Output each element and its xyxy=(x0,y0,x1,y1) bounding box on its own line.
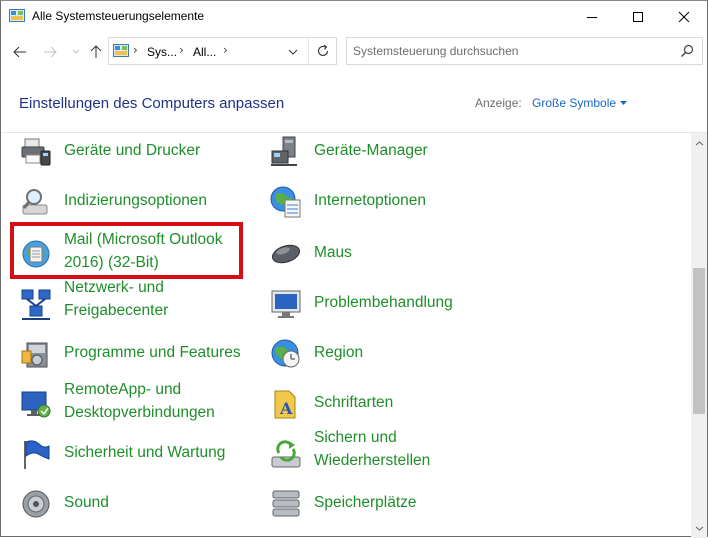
item-label[interactable]: Region xyxy=(314,342,363,365)
window-title: Alle Systemsteuerungselemente xyxy=(32,9,205,23)
item-backup-restore[interactable]: Sichern und Wiederherstellen xyxy=(269,429,469,477)
device-manager-icon xyxy=(271,136,297,166)
vertical-scrollbar[interactable] xyxy=(691,133,707,538)
region-icon xyxy=(271,339,300,368)
page-title: Einstellungen des Computers anpassen xyxy=(19,95,285,112)
navigation-bar: › Sys... › All... › xyxy=(1,32,707,72)
forward-button[interactable] xyxy=(39,41,61,63)
view-dropdown-value[interactable]: Große Symbole xyxy=(532,96,616,110)
chevron-down-icon xyxy=(288,49,298,55)
indexing-icon xyxy=(22,189,48,215)
address-bar[interactable]: › Sys... › All... › xyxy=(108,37,337,65)
breadcrumb-system[interactable]: Sys... xyxy=(147,45,177,59)
flag-icon xyxy=(24,440,50,469)
maximize-icon xyxy=(633,11,643,22)
breadcrumb-all-items[interactable]: All... xyxy=(193,45,216,59)
breadcrumb-separator[interactable]: › xyxy=(223,43,228,57)
item-sound[interactable]: Sound xyxy=(19,487,239,533)
items-panel: Geräte und Drucker Indizierungsoptionen … xyxy=(1,133,691,538)
arrow-right-icon xyxy=(44,46,57,58)
item-label[interactable]: Indizierungsoptionen xyxy=(64,190,207,213)
maximize-button[interactable] xyxy=(615,1,661,32)
search-input[interactable] xyxy=(353,42,673,60)
view-label: Anzeige: xyxy=(475,96,522,110)
scroll-up-button[interactable] xyxy=(691,135,707,151)
item-mouse[interactable]: Maus xyxy=(269,237,469,283)
highlight-box xyxy=(10,222,243,279)
arrow-left-icon xyxy=(13,46,26,58)
item-label[interactable]: Netzwerk- und Freigabecenter xyxy=(64,277,168,322)
item-label[interactable]: Geräte-Manager xyxy=(314,140,428,163)
search-icon xyxy=(681,44,694,57)
minimize-button[interactable] xyxy=(569,1,615,32)
printer-icon xyxy=(21,138,51,166)
up-button[interactable] xyxy=(85,41,107,63)
control-panel-location-icon xyxy=(113,44,129,57)
chevron-down-icon xyxy=(695,526,703,531)
item-remoteapp[interactable]: RemoteApp- und Desktopverbindungen xyxy=(19,381,239,427)
back-button[interactable] xyxy=(9,41,31,63)
item-troubleshooting[interactable]: Problembehandlung xyxy=(269,287,469,333)
item-label[interactable]: Speicherplätze xyxy=(314,492,417,515)
breadcrumb-separator[interactable]: › xyxy=(133,43,138,57)
programs-icon xyxy=(21,342,48,368)
speaker-icon xyxy=(22,490,50,518)
mouse-icon xyxy=(271,244,301,264)
close-icon xyxy=(678,11,690,22)
storage-icon xyxy=(272,490,300,517)
item-label[interactable]: Sicherheit und Wartung xyxy=(64,442,225,465)
fonts-icon: A xyxy=(274,390,296,419)
chevron-up-icon xyxy=(695,140,703,145)
minimize-icon xyxy=(587,16,597,18)
item-label[interactable]: Programme und Features xyxy=(64,342,241,365)
arrow-up-icon xyxy=(90,45,102,58)
item-label[interactable]: Sichern und Wiederherstellen xyxy=(314,427,430,472)
item-programs-features[interactable]: Programme und Features xyxy=(19,337,241,383)
network-icon xyxy=(21,289,51,320)
backup-icon xyxy=(271,440,301,468)
troubleshooting-icon xyxy=(271,290,301,318)
breadcrumb-separator[interactable]: › xyxy=(179,43,184,57)
item-label[interactable]: Sound xyxy=(64,492,109,515)
item-storage-spaces[interactable]: Speicherplätze xyxy=(269,487,469,533)
item-label[interactable]: Maus xyxy=(314,242,352,265)
remoteapp-icon xyxy=(21,391,51,418)
caret-down-icon xyxy=(620,101,628,105)
recent-locations-button[interactable] xyxy=(65,41,87,63)
item-devices-printers[interactable]: Geräte und Drucker xyxy=(19,135,239,181)
item-internet-options[interactable]: Internetoptionen xyxy=(269,185,469,231)
chevron-down-icon xyxy=(72,49,80,54)
item-network-sharing[interactable]: Netzwerk- und Freigabecenter xyxy=(19,279,239,327)
search-box[interactable] xyxy=(346,37,703,65)
scroll-thumb[interactable] xyxy=(693,268,705,414)
title-bar[interactable]: Alle Systemsteuerungselemente xyxy=(1,1,707,32)
item-security-maintenance[interactable]: Sicherheit und Wartung xyxy=(19,437,239,483)
svg-text:A: A xyxy=(279,399,293,418)
view-dropdown[interactable]: Große Symbole xyxy=(532,96,628,110)
control-panel-window: Alle Systemsteuerungselemente › Sys... ›… xyxy=(0,0,708,538)
item-label[interactable]: Geräte und Drucker xyxy=(64,140,200,163)
close-button[interactable] xyxy=(661,1,707,32)
item-label[interactable]: Problembehandlung xyxy=(314,292,453,315)
item-device-manager[interactable]: Geräte-Manager xyxy=(269,135,469,181)
item-region[interactable]: Region xyxy=(269,337,469,383)
control-panel-icon xyxy=(9,9,25,22)
item-label[interactable]: Schriftarten xyxy=(314,392,393,415)
refresh-icon xyxy=(317,44,328,56)
item-label[interactable]: RemoteApp- und Desktopverbindungen xyxy=(64,379,215,424)
address-history-button[interactable] xyxy=(284,44,302,60)
scroll-down-button[interactable] xyxy=(691,520,707,536)
refresh-button[interactable] xyxy=(308,37,336,65)
item-label[interactable]: Internetoptionen xyxy=(314,190,426,213)
internet-options-icon xyxy=(270,186,301,218)
